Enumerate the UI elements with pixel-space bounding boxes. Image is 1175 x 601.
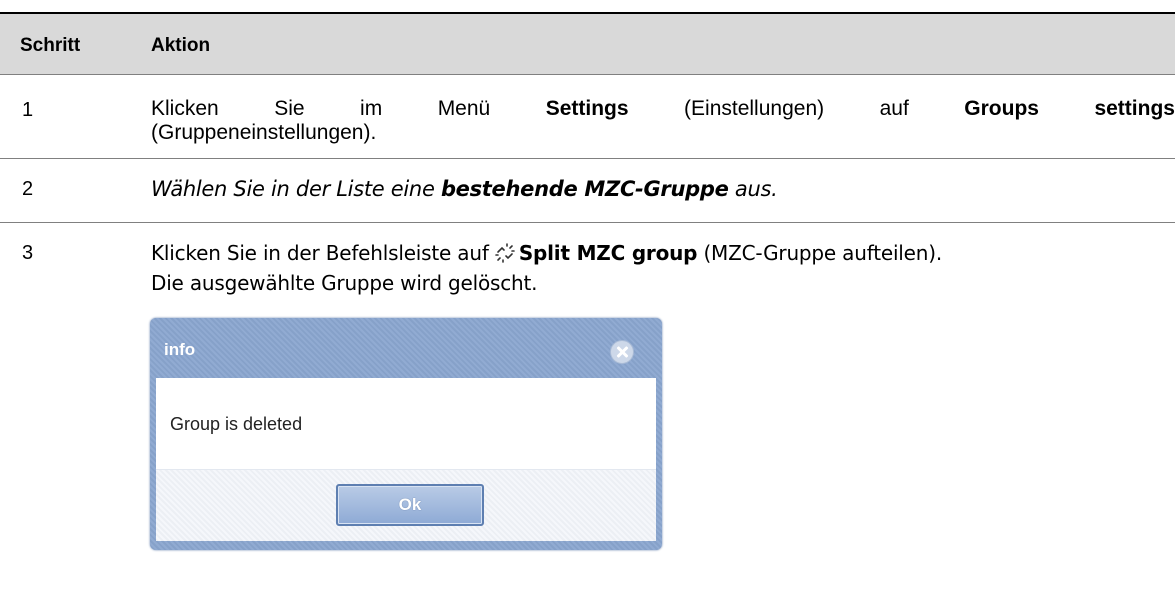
dialog-message: Group is deleted [170, 414, 303, 434]
step-number: 2 [22, 178, 34, 200]
step-3-line-2: Die ausgewählte Gruppe wird gelöscht. [151, 271, 538, 295]
close-icon[interactable] [610, 340, 634, 364]
header-action: Aktion [151, 35, 211, 56]
dialog-body: Group is deleted Ok [156, 378, 656, 541]
table-row: 2 Wählen Sie in der Liste eine bestehend… [0, 159, 1175, 223]
word: Menü [437, 97, 491, 120]
text-bold-segment: bestehende MZC-Gruppe [440, 177, 729, 201]
word: (Einstellungen) [684, 97, 825, 120]
instruction-table: Schritt Aktion 1 Klicken Sie im Menü Set… [0, 12, 1175, 563]
table-row: 1 Klicken Sie im Menü Settings (Einstell… [0, 75, 1175, 159]
text-segment: Klicken Sie in der Befehlsleiste auf [151, 241, 495, 265]
ok-button[interactable]: Ok [336, 484, 484, 526]
word: im [360, 97, 383, 120]
word: auf [879, 97, 909, 120]
step-number: 3 [22, 242, 34, 264]
header-step: Schritt [20, 35, 81, 56]
dialog-footer: Ok [156, 469, 656, 541]
text-segment: Wählen Sie in der Liste eine [151, 177, 441, 201]
menu-item-groups: Groups [964, 97, 1039, 120]
dialog-title: info [164, 340, 196, 359]
info-dialog: info Group is deleted Ok [150, 318, 662, 550]
split-group-icon [495, 243, 515, 263]
menu-name-settings: Settings [545, 97, 629, 120]
command-split-mzc-group: Split MZC group [518, 241, 698, 265]
table-header-row: Schritt Aktion [0, 14, 1175, 75]
step-1-line-2: (Gruppeneinstellungen). [151, 121, 377, 144]
menu-item-settings: settings [1094, 97, 1175, 120]
text-segment: (MZC-Gruppe aufteilen). [697, 241, 942, 265]
step-3-line-1: Klicken Sie in der Befehlsleiste auf Spl… [151, 241, 942, 265]
step-1-line-1: Klicken Sie im Menü Settings (Einstellun… [151, 97, 1175, 121]
table-row: 3 Klicken Sie in der Befehlsleiste auf S… [0, 223, 1175, 563]
text-segment: aus. [728, 177, 778, 201]
word: Klicken [151, 97, 219, 120]
step-2-text: Wählen Sie in der Liste eine bestehende … [151, 177, 778, 201]
word: Sie [274, 97, 305, 120]
step-number: 1 [22, 99, 34, 121]
